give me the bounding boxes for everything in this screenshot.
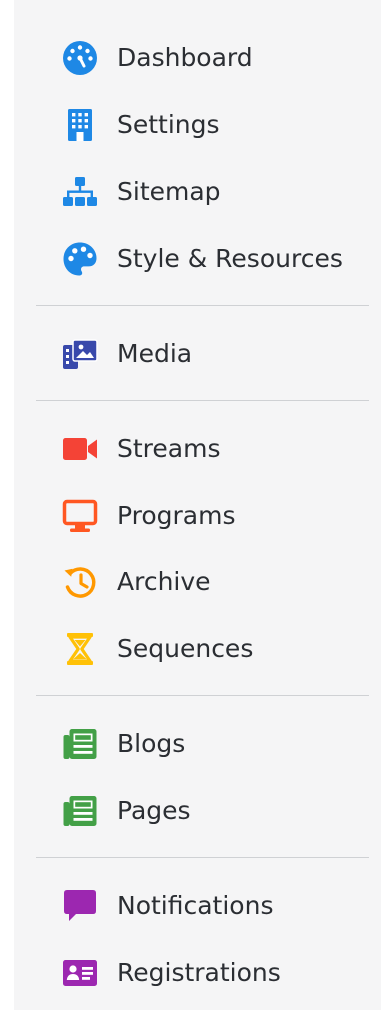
media-icon — [62, 336, 98, 372]
newspaper-icon — [62, 726, 98, 762]
section-divider — [36, 400, 369, 401]
sidebar-item-notifications[interactable]: Notifications — [14, 878, 381, 934]
page: Dashboard Settings Sitemap Style & Resou… — [0, 0, 381, 1010]
sidebar-item-label: Settings — [117, 110, 220, 139]
chat-bubble-icon — [62, 888, 98, 924]
sidebar-item-label: Registrations — [117, 958, 281, 987]
sidebar-item-label: Sitemap — [117, 177, 221, 206]
sidebar-item-pages[interactable]: Pages — [14, 783, 381, 839]
section-divider — [36, 305, 369, 306]
sidebar-item-label: Notifications — [117, 891, 274, 920]
history-icon — [62, 564, 98, 600]
section-divider — [36, 857, 369, 858]
sidebar-item-archive[interactable]: Archive — [14, 554, 381, 610]
sidebar-item-label: Media — [117, 339, 193, 368]
sidebar-item-streams[interactable]: Streams — [14, 421, 381, 477]
id-card-icon — [62, 955, 98, 991]
sidebar-item-blogs[interactable]: Blogs — [14, 716, 381, 772]
sidebar-item-label: Streams — [117, 434, 221, 463]
sidebar-item-settings[interactable]: Settings — [14, 97, 381, 153]
sidebar-item-label: Style & Resources — [117, 244, 343, 273]
building-icon — [62, 107, 98, 143]
section-divider — [36, 695, 369, 696]
sidebar-item-label: Pages — [117, 796, 191, 825]
sitemap-icon — [62, 174, 98, 210]
sidebar-item-media[interactable]: Media — [14, 326, 381, 382]
sidebar-item-style-resources[interactable]: Style & Resources — [14, 231, 381, 287]
sidebar-item-label: Sequences — [117, 634, 254, 663]
sidebar-item-label: Archive — [117, 567, 211, 596]
sidebar-item-label: Dashboard — [117, 43, 253, 72]
newspaper-icon — [62, 793, 98, 829]
dashboard-icon — [62, 40, 98, 76]
palette-icon — [62, 241, 98, 277]
monitor-icon — [62, 498, 98, 534]
hourglass-icon — [62, 631, 98, 667]
sidebar-item-dashboard[interactable]: Dashboard — [14, 30, 381, 86]
sidebar-item-sitemap[interactable]: Sitemap — [14, 164, 381, 220]
sidebar-item-programs[interactable]: Programs — [14, 488, 381, 544]
sidebar-item-label: Blogs — [117, 729, 186, 758]
video-camera-icon — [62, 431, 98, 467]
sidebar-item-sequences[interactable]: Sequences — [14, 621, 381, 677]
sidebar-item-registrations[interactable]: Registrations — [14, 945, 381, 1001]
sidebar-item-label: Programs — [117, 501, 236, 530]
sidebar-nav: Dashboard Settings Sitemap Style & Resou… — [14, 0, 381, 1010]
